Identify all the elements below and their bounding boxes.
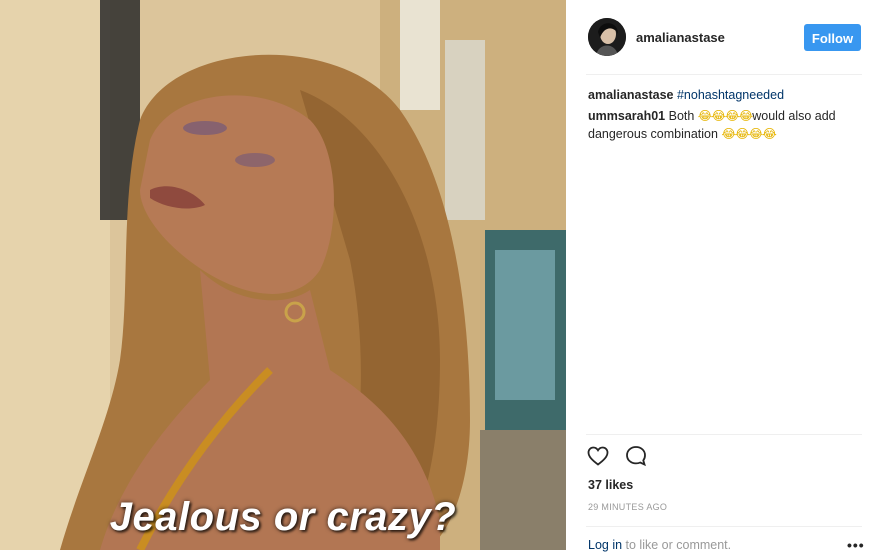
post-image[interactable]: Jealous or crazy? bbox=[0, 0, 566, 550]
likes-count[interactable]: 37 likes bbox=[588, 478, 633, 492]
post-photo-illustration bbox=[0, 0, 566, 550]
post-side-panel: amalianastase Follow amalianastase #noha… bbox=[566, 0, 870, 553]
avatar[interactable] bbox=[588, 18, 626, 56]
laughing-emoji-group: 😂😂😂😂 bbox=[697, 109, 753, 123]
image-caption-overlay: Jealous or crazy? bbox=[109, 495, 457, 539]
avatar-image bbox=[588, 18, 626, 56]
comment-bubble-icon[interactable] bbox=[624, 444, 648, 468]
more-options-icon[interactable]: ••• bbox=[847, 537, 865, 553]
post-header: amalianastase Follow bbox=[566, 0, 870, 74]
comment-username[interactable]: ummsarah01 bbox=[588, 109, 665, 123]
post-author-username[interactable]: amalianastase bbox=[636, 30, 725, 45]
comment-item: ummsarah01 Both 😂😂😂😂would also add dange… bbox=[588, 107, 856, 143]
comment-text: Both bbox=[668, 109, 698, 123]
actions-divider bbox=[586, 434, 862, 435]
comments-list: amalianastase #nohashtagneeded ummsarah0… bbox=[588, 86, 856, 146]
follow-button[interactable]: Follow bbox=[804, 24, 861, 51]
header-divider bbox=[586, 74, 862, 75]
heart-icon[interactable] bbox=[586, 444, 610, 468]
comment-username[interactable]: amalianastase bbox=[588, 88, 673, 102]
comment-hashtag[interactable]: #nohashtagneeded bbox=[677, 88, 784, 102]
footer-divider bbox=[586, 526, 862, 527]
comment-item: amalianastase #nohashtagneeded bbox=[588, 86, 856, 104]
laughing-emoji-group: 😂😂😂😂 bbox=[721, 127, 776, 141]
post-timestamp: 29 MINUTES AGO bbox=[588, 502, 668, 512]
